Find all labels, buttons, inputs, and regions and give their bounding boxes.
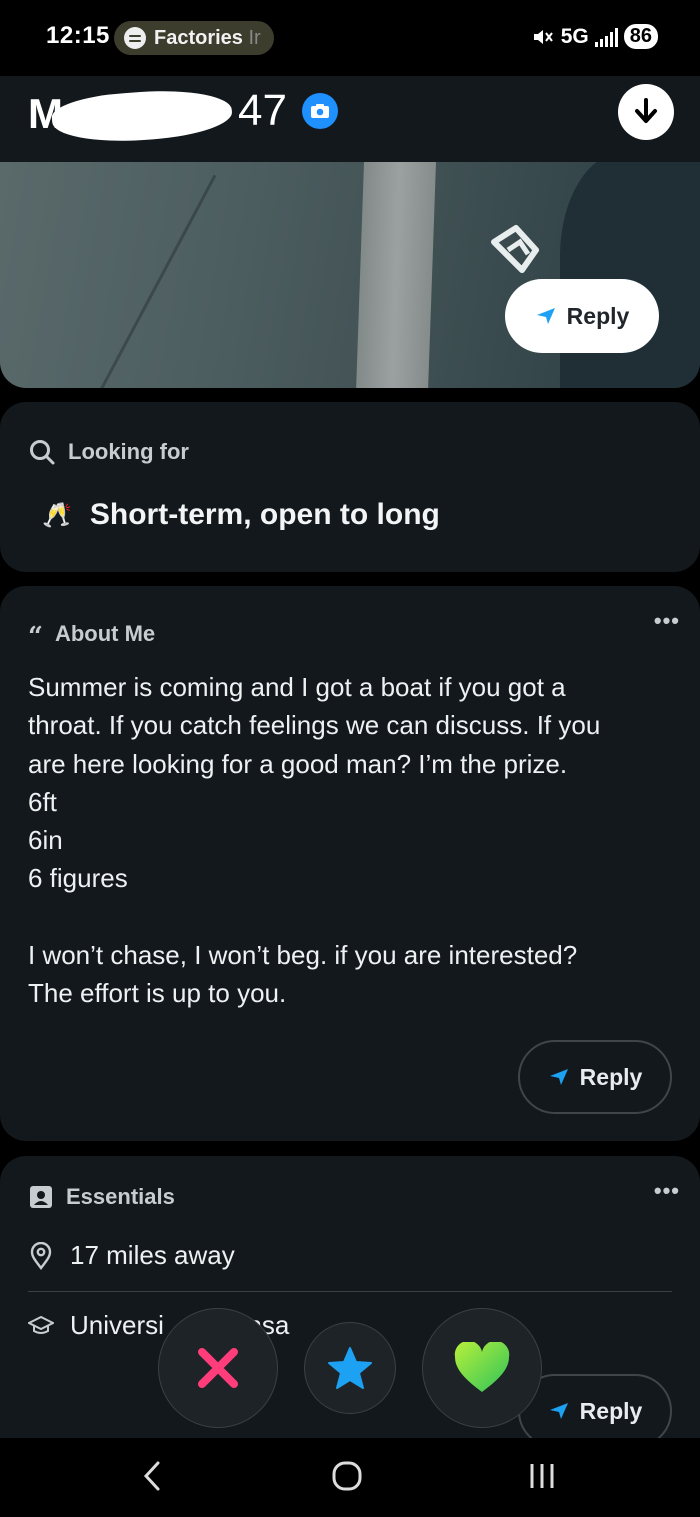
recents-icon: [530, 1464, 554, 1488]
send-icon: [549, 1069, 568, 1085]
x-icon: [198, 1348, 238, 1388]
seatbelt: [355, 162, 437, 388]
back-chevron-icon: [143, 1461, 160, 1491]
about-me-title: About Me: [54, 621, 156, 646]
media-playing-pill[interactable]: Factories Ir: [114, 21, 274, 55]
looking-for-title: Looking for: [68, 439, 189, 464]
arrow-down-icon: [635, 98, 657, 123]
school-text: Universi: [70, 1310, 164, 1340]
spotify-icon: [124, 27, 146, 49]
looking-for-value: Short-term, open to long: [89, 498, 440, 531]
status-bar: 12:15 Factories Ir 5G 86: [0, 0, 700, 76]
shirt-logo-icon: [491, 225, 539, 273]
photo-reply-label: Reply: [566, 302, 630, 329]
recents-button[interactable]: [512, 1456, 572, 1496]
home-button[interactable]: [317, 1456, 377, 1496]
download-button[interactable]: [618, 84, 674, 140]
media-title: Factories: [154, 26, 243, 49]
about-more-icon[interactable]: •••: [654, 608, 680, 634]
signal-icon: [594, 27, 618, 47]
about-me-card: “ About Me ••• Summer is coming and I go…: [0, 586, 700, 1141]
quote-icon: “: [28, 622, 43, 652]
essentials-reply-button[interactable]: Reply: [518, 1374, 672, 1448]
nope-button[interactable]: [158, 1308, 278, 1428]
location-pin-icon: [30, 1241, 52, 1270]
profile-header: M 47: [0, 76, 700, 162]
camera-icon[interactable]: [302, 93, 338, 129]
profile-age: 47: [238, 86, 287, 135]
divider: [28, 1291, 672, 1292]
about-reply-label: Reply: [579, 1063, 643, 1090]
send-icon: [536, 308, 555, 324]
mute-icon: [533, 29, 553, 44]
essentials-reply-label: Reply: [579, 1397, 643, 1424]
graduation-cap-icon: [28, 1315, 54, 1334]
status-icons: 5G 86: [531, 24, 658, 49]
name-redaction: [50, 85, 234, 147]
champagne-icon: 🥂: [42, 501, 72, 529]
essentials-card: Essentials ••• 17 miles away Universi ka…: [0, 1156, 700, 1486]
system-nav-bar: [0, 1438, 700, 1517]
home-icon: [332, 1461, 362, 1491]
distance-text: 17 miles away: [70, 1240, 235, 1270]
battery-level: 86: [623, 24, 658, 49]
back-button[interactable]: [122, 1456, 182, 1496]
heart-icon: [454, 1342, 510, 1392]
id-card-icon: [30, 1186, 52, 1208]
status-time: 12:15: [46, 22, 110, 49]
essentials-more-icon[interactable]: •••: [654, 1178, 680, 1204]
star-icon: [328, 1347, 372, 1389]
essentials-title: Essentials: [66, 1184, 175, 1209]
media-title-fade: Ir: [248, 26, 261, 49]
looking-for-card: Looking for 🥂 Short-term, open to long: [0, 402, 700, 572]
like-button[interactable]: [422, 1308, 542, 1428]
profile-photo[interactable]: [0, 162, 700, 388]
about-me-text: Summer is coming and I got a boat if you…: [28, 672, 601, 1009]
photo-reply-button[interactable]: Reply: [505, 279, 659, 353]
send-icon: [549, 1403, 568, 1419]
network-type: 5G: [560, 24, 589, 48]
about-reply-button[interactable]: Reply: [518, 1040, 672, 1114]
super-like-button[interactable]: [304, 1322, 396, 1414]
search-icon: [30, 440, 55, 465]
